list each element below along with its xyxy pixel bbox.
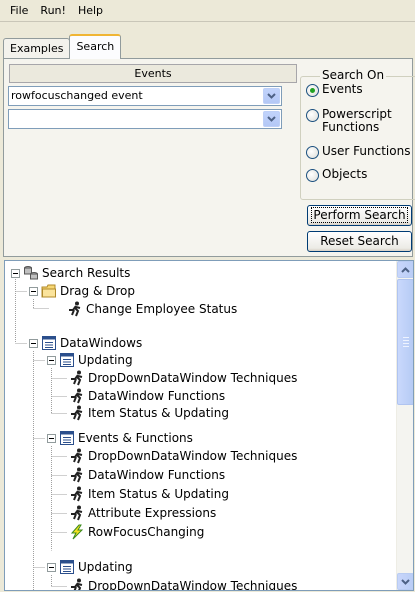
event-combo[interactable]: rowfocuschanged event — [8, 86, 282, 106]
events-header: Events — [9, 64, 297, 83]
lightning-icon — [70, 524, 84, 540]
radio-button[interactable] — [306, 109, 319, 122]
tree-leaf[interactable]: DataWindow Functions — [69, 388, 225, 404]
menu-run[interactable]: Run! — [34, 1, 72, 21]
radio-button[interactable] — [306, 169, 319, 182]
chevron-up-icon — [401, 266, 410, 273]
menu-file[interactable]: File — [4, 1, 34, 21]
tree-leaf[interactable]: DropDownDataWindow Techniques — [69, 448, 297, 464]
collapse-toggle[interactable] — [29, 287, 38, 296]
radio-events[interactable]: Events — [306, 83, 363, 97]
menu-bar: File Run! Help — [0, 0, 415, 22]
tab-strip: Examples Search — [3, 34, 122, 59]
radio-powerscript-functions[interactable]: Powerscript Functions — [306, 108, 408, 134]
tree-node-drag-drop[interactable]: Drag & Drop — [41, 283, 135, 299]
chevron-down-icon — [401, 578, 410, 585]
running-man-icon — [71, 486, 83, 502]
tab-examples[interactable]: Examples — [3, 38, 71, 59]
list-window-icon — [60, 560, 74, 574]
secondary-combo[interactable] — [8, 109, 282, 129]
collapse-toggle[interactable] — [47, 434, 56, 443]
tree-leaf[interactable]: DropDownDataWindow Techniques — [69, 370, 297, 386]
tree-node-datawindows[interactable]: DataWindows — [41, 335, 142, 351]
chevron-down-icon[interactable] — [263, 88, 280, 104]
running-man-icon — [69, 301, 81, 317]
database-icon — [24, 266, 38, 280]
list-window-icon — [60, 431, 74, 445]
scroll-thumb[interactable] — [397, 279, 413, 405]
radio-objects[interactable]: Objects — [306, 168, 367, 182]
tree-leaf[interactable]: DataWindow Functions — [69, 467, 225, 483]
reset-search-button[interactable]: Reset Search — [307, 231, 412, 252]
collapse-toggle[interactable] — [47, 563, 56, 572]
tree-node-updating[interactable]: Updating — [59, 559, 133, 575]
running-man-icon — [71, 405, 83, 421]
radio-button[interactable] — [306, 84, 319, 97]
running-man-icon — [71, 388, 83, 404]
scroll-down-button[interactable] — [397, 573, 413, 590]
tree-leaf[interactable]: Attribute Expressions — [69, 505, 216, 521]
tree-node-events-functions[interactable]: Events & Functions — [59, 430, 193, 446]
tree-leaf[interactable]: Item Status & Updating — [69, 486, 229, 502]
running-man-icon — [71, 370, 83, 386]
tree-leaf-change-employee-status[interactable]: Change Employee Status — [67, 301, 237, 317]
running-man-icon — [71, 467, 83, 483]
tree-leaf[interactable]: RowFocusChanging — [69, 524, 204, 540]
running-man-icon — [71, 578, 83, 590]
collapse-toggle[interactable] — [47, 356, 56, 365]
search-on-legend: Search On — [320, 68, 387, 82]
perform-search-button[interactable]: Perform Search — [307, 205, 412, 226]
vertical-scrollbar[interactable] — [396, 261, 413, 590]
radio-button[interactable] — [306, 146, 319, 159]
collapse-toggle[interactable] — [29, 339, 38, 348]
tree-leaf[interactable]: Item Status & Updating — [69, 405, 229, 421]
scroll-up-button[interactable] — [397, 261, 413, 278]
tree-node-search-results[interactable]: Search Results — [23, 265, 130, 281]
folder-icon — [41, 284, 56, 298]
tree-node-updating[interactable]: Updating — [59, 352, 133, 368]
radio-user-functions[interactable]: User Functions — [306, 145, 410, 159]
search-results-tree[interactable]: Search Results Drag & Drop Change Employ… — [4, 260, 414, 591]
event-combo-value: rowfocuschanged event — [11, 89, 143, 102]
running-man-icon — [71, 505, 83, 521]
collapse-toggle[interactable] — [11, 269, 20, 278]
running-man-icon — [71, 448, 83, 464]
list-window-icon — [42, 336, 56, 350]
tab-search[interactable]: Search — [69, 34, 122, 59]
search-panel: Events rowfocuschanged event Search On E… — [3, 58, 415, 257]
chevron-down-icon[interactable] — [263, 111, 280, 127]
list-window-icon — [60, 353, 74, 367]
menu-help[interactable]: Help — [72, 1, 109, 21]
tree-leaf[interactable]: DropDownDataWindow Techniques — [69, 578, 297, 590]
